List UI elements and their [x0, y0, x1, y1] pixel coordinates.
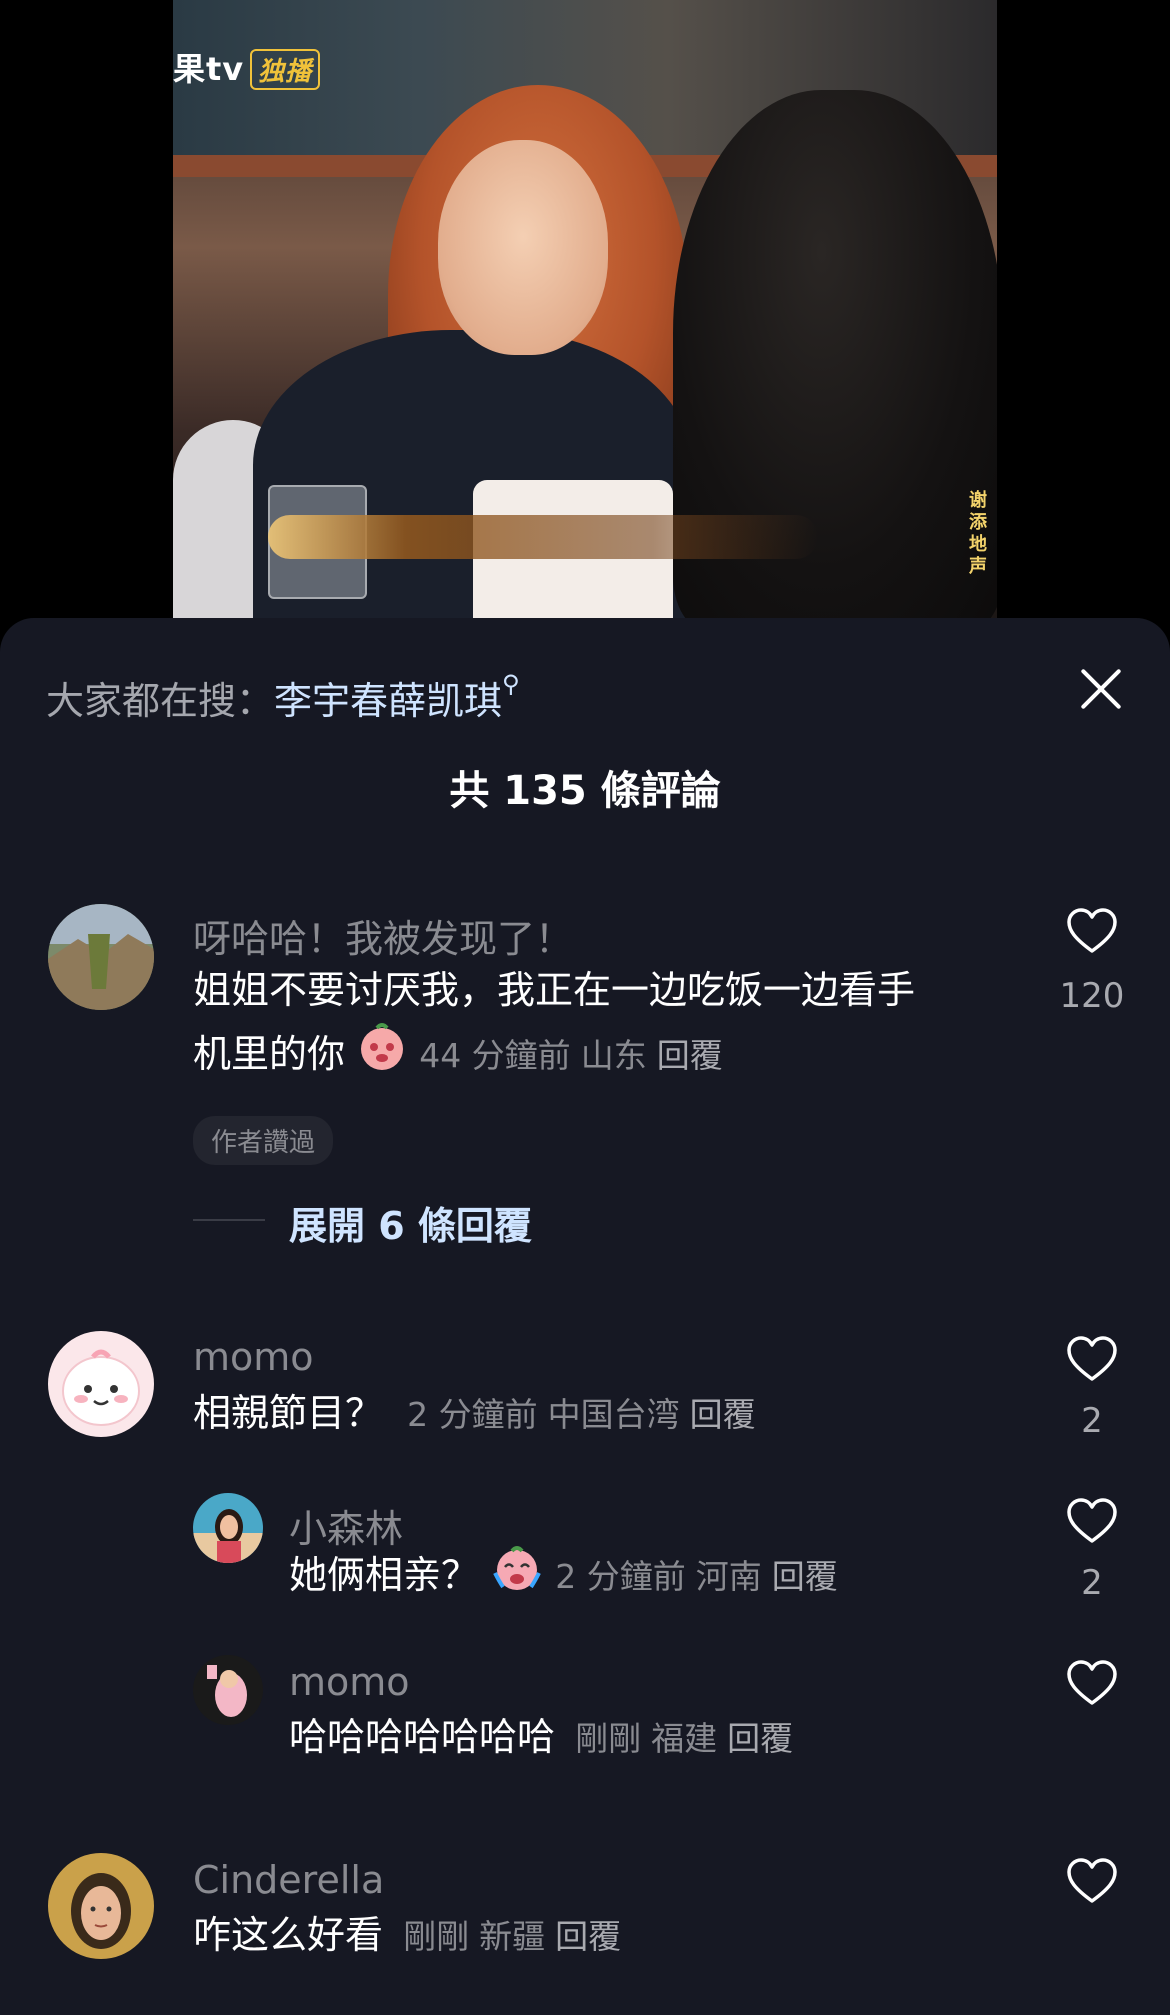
reply-text-fragment: 哈哈哈哈哈哈哈 — [289, 1715, 556, 1759]
comment-username[interactable]: 呀哈哈！我被发现了！ — [193, 908, 573, 963]
trending-search[interactable]: 大家都在搜：李宇春薛凯琪⚲ — [46, 670, 520, 725]
comment-time: 剛剛 — [403, 1917, 470, 1956]
avatar[interactable] — [193, 1655, 263, 1725]
comment-text-fragment: 机里的你 — [193, 1032, 346, 1076]
reply-location: 福建 — [651, 1719, 718, 1758]
avatar[interactable] — [193, 1493, 263, 1563]
comment-text: 相親節目？ 2 分鐘前 中国台湾 回覆 — [193, 1381, 766, 1447]
reply-meta: 剛剛 福建 回覆 — [575, 1719, 803, 1758]
comment-meta: 44 分鐘前 山东 回覆 — [419, 1036, 732, 1075]
reply-text: 哈哈哈哈哈哈哈 剛剛 福建 回覆 — [289, 1705, 803, 1771]
comment-text: 姐姐不要讨厌我，我正在一边吃饭一边看手 机里的你 44 分鐘前 山东 回覆 — [193, 958, 915, 1091]
like-count: 2 — [1081, 1563, 1103, 1603]
expand-divider — [193, 1219, 265, 1221]
close-icon[interactable] — [1078, 666, 1124, 712]
avatar[interactable] — [48, 1331, 154, 1437]
reply-location: 河南 — [695, 1557, 762, 1596]
comment-count-title: 共 135 條評論 — [449, 768, 721, 814]
heart-icon[interactable] — [1066, 1498, 1118, 1544]
reply-button[interactable]: 回覆 — [657, 1036, 723, 1075]
like-count: 120 — [1059, 976, 1125, 1016]
reply-text: 她俩相亲？ 2 分鐘前 河南 回覆 — [289, 1543, 848, 1612]
heart-icon[interactable] — [1066, 908, 1118, 954]
comment-username[interactable]: Cinderella — [193, 1858, 384, 1902]
avatar[interactable] — [48, 904, 154, 1010]
video-side-caption: 谢添地 声 — [969, 490, 987, 577]
heart-icon[interactable] — [1066, 1336, 1118, 1382]
comment-text: 咋这么好看 剛剛 新疆 回覆 — [193, 1903, 631, 1969]
comments-sheet: 大家都在搜：李宇春薛凯琪⚲ 共 135 條評論 呀哈哈！我被发现了！ 姐姐不要讨… — [0, 618, 1170, 2015]
channel-logo-text: 果tv — [173, 50, 245, 88]
comment-meta: 2 分鐘前 中国台湾 回覆 — [407, 1395, 766, 1434]
comment-text-fragment: 咋这么好看 — [193, 1913, 384, 1957]
video-woman-face — [438, 140, 608, 355]
video-player[interactable]: 果tv 独播 谢添地 声 — [173, 0, 997, 618]
crying-blush-emoji-icon — [357, 1022, 407, 1091]
reply-time: 2 分鐘前 — [555, 1557, 686, 1596]
expand-replies-button[interactable]: 展開 6 條回覆 — [289, 1195, 532, 1250]
crying-laughing-emoji-icon — [491, 1543, 543, 1612]
exclusive-tag: 独播 — [250, 49, 321, 90]
comment-location: 中国台湾 — [547, 1395, 680, 1434]
avatar[interactable] — [48, 1853, 154, 1959]
reply-meta: 2 分鐘前 河南 回覆 — [555, 1557, 848, 1596]
channel-logo: 果tv 独播 — [173, 44, 321, 90]
heart-icon[interactable] — [1066, 1858, 1118, 1904]
comment-text-line: 姐姐不要讨厌我，我正在一边吃饭一边看手 — [193, 968, 916, 1012]
comment-time: 2 分鐘前 — [407, 1395, 538, 1434]
video-gift-banner — [268, 515, 818, 559]
reply-button[interactable]: 回覆 — [727, 1719, 793, 1758]
trending-search-term[interactable]: 李宇春薛凯琪 — [274, 679, 502, 723]
comment-text-fragment: 相親節目？ — [193, 1391, 384, 1435]
reply-text-fragment: 她俩相亲？ — [289, 1553, 480, 1597]
heart-icon[interactable] — [1066, 1660, 1118, 1706]
author-liked-badge: 作者讚過 — [193, 1116, 334, 1165]
comment-text-line: 机里的你 44 分鐘前 山东 回覆 — [193, 1022, 915, 1091]
comment-username[interactable]: momo — [193, 1335, 314, 1379]
comment-location: 新疆 — [479, 1917, 546, 1956]
reply-button[interactable]: 回覆 — [555, 1917, 621, 1956]
search-magnifier-icon: ⚲ — [502, 670, 520, 698]
reply-time: 剛剛 — [575, 1719, 642, 1758]
reply-button[interactable]: 回覆 — [772, 1557, 838, 1596]
reply-button[interactable]: 回覆 — [690, 1395, 756, 1434]
reply-username[interactable]: momo — [289, 1660, 410, 1704]
comment-location: 山东 — [580, 1036, 647, 1075]
like-count: 2 — [1081, 1401, 1103, 1441]
trending-search-prefix: 大家都在搜： — [46, 679, 275, 723]
comment-time: 44 分鐘前 — [419, 1036, 571, 1075]
comment-meta: 剛剛 新疆 回覆 — [403, 1917, 631, 1956]
